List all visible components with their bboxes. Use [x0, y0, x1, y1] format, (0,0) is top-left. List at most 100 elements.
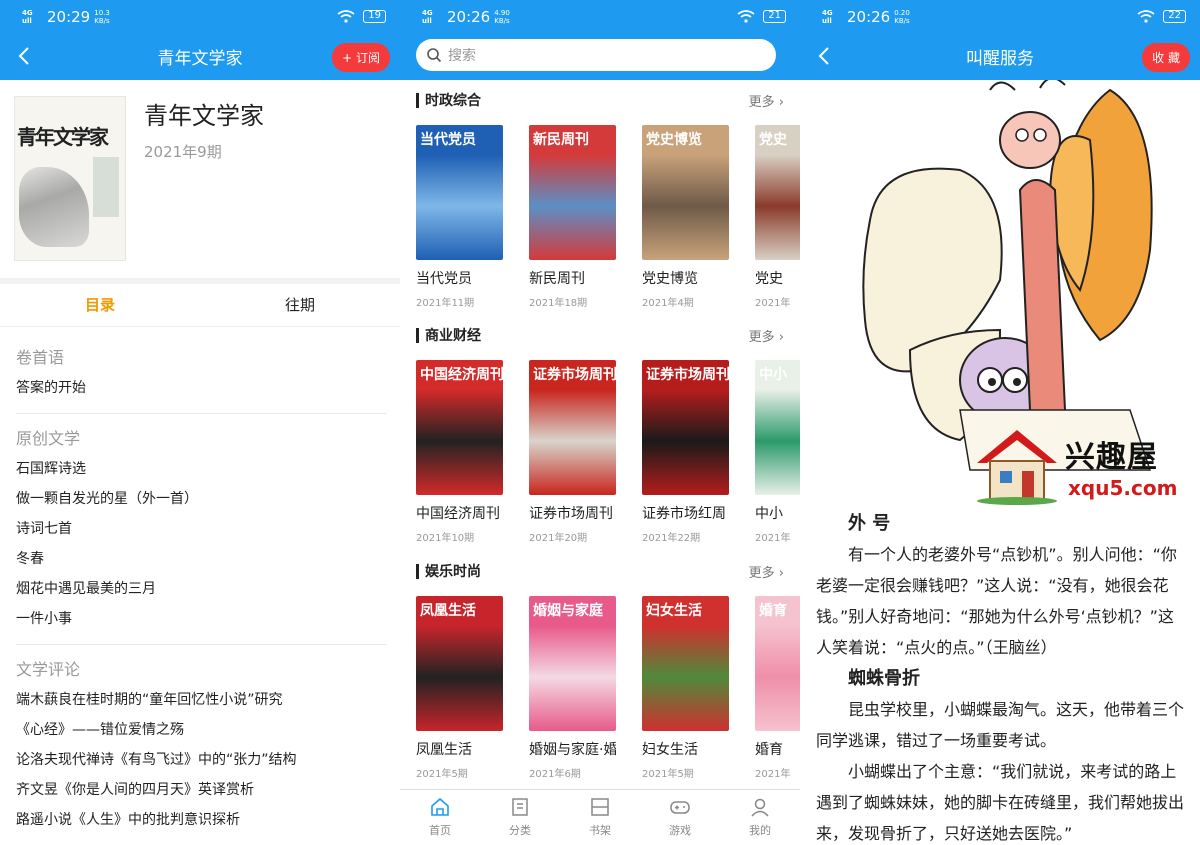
- magazine-title: 青年文学家: [144, 102, 264, 130]
- bottom-tab-bar: 首页 分类 书架 游戏 我的: [400, 789, 800, 845]
- magazine-name: 凤凰生活: [416, 742, 472, 758]
- net-speed: 4.90 KB/s: [494, 8, 510, 25]
- magazine-card[interactable]: 证券市场周刊 证券市场周刊 2021年20期: [529, 360, 616, 544]
- battery-icon: 19: [363, 10, 386, 23]
- toc-section-title: 原创文学: [16, 429, 81, 448]
- tab-mine[interactable]: 我的: [720, 790, 800, 845]
- category-icon: [512, 798, 528, 816]
- magazine-issue: 2021年20期: [529, 533, 588, 544]
- magazine-card[interactable]: 婚姻与家庭 婚姻与家庭·婚 2021年6期: [529, 596, 616, 780]
- magazine-card[interactable]: 当代党员 当代党员 2021年11期: [416, 125, 503, 309]
- magazine-name: 妇女生活: [642, 742, 698, 758]
- section-title: 娱乐时尚: [425, 564, 481, 580]
- tab-home[interactable]: 首页: [400, 790, 480, 845]
- status-time: 20:29: [47, 7, 91, 26]
- toc-item[interactable]: 《心经》——错位爱情之殇: [16, 715, 386, 745]
- tab-games[interactable]: 游戏: [640, 790, 720, 845]
- toc-item[interactable]: 诗词七首: [16, 514, 386, 544]
- tab-bookshelf[interactable]: 书架: [560, 790, 640, 845]
- magazine-section: 商业财经 更多 › 中国经济周刊 中国经济周刊 2021年10期 证券市场周刊 证券市场周刊…: [416, 320, 800, 544]
- page-title: 青年文学家: [157, 49, 243, 69]
- divider: [16, 644, 386, 645]
- cover-masthead: 婚姻与家庭: [533, 603, 603, 619]
- magazine-card[interactable]: 婚育 婚育 2021年: [755, 596, 800, 780]
- section-marker: [416, 92, 419, 108]
- cover-masthead: 证券市场周刊: [646, 367, 729, 383]
- toc-item[interactable]: 答案的开始: [16, 373, 386, 403]
- article-paragraph: 小蝴蝶出了个主意：“我们就说，来考试的路上遇到了蜘蛛妹妹，她的脚卡在砖缝里，我们…: [816, 762, 1185, 843]
- article-screen: 4G ull 20:26 0.20 KB/s 22 叫醒服务 收 藏 兴趣屋 xq…: [800, 0, 1200, 845]
- cover-ink-painting: [19, 167, 89, 247]
- magazine-cover[interactable]: 青年文学家: [14, 96, 126, 261]
- article-heading: 蜘蛛骨折: [848, 668, 920, 689]
- toc-item[interactable]: 冬春: [16, 544, 386, 574]
- wifi-icon: [337, 10, 355, 23]
- toc-item[interactable]: 端木蕻良在桂时期的“童年回忆性小说”研究: [16, 685, 386, 715]
- back-arrow-icon[interactable]: [14, 45, 36, 67]
- magazine-name: 新民周刊: [529, 271, 585, 287]
- chevron-right-icon: ›: [778, 565, 784, 581]
- cover-masthead: 中国经济周刊: [420, 367, 503, 383]
- wifi-icon: [1137, 10, 1155, 23]
- magazine-issue: 2021年10期: [416, 533, 475, 544]
- tab-label: 游戏: [669, 824, 691, 837]
- net-speed: 10.3 KB/s: [94, 8, 110, 25]
- back-arrow-icon[interactable]: [814, 45, 836, 67]
- tab-past-issues[interactable]: 往期: [200, 283, 400, 326]
- book-row: 凤凰生活 凤凰生活 2021年5期 婚姻与家庭 婚姻与家庭·婚 2021年6期 妇女生活 妇女…: [416, 596, 800, 780]
- magazine-cover: 党史: [755, 125, 800, 260]
- more-link[interactable]: 更多 ›: [749, 326, 784, 345]
- magazine-card[interactable]: 中小 中小 2021年: [755, 360, 800, 544]
- magazine-info: 青年文学家 2021年9期: [144, 96, 264, 280]
- magazine-section: 时政综合 更多 › 当代党员 当代党员 2021年11期 新民周刊 新民周刊 2021年18期…: [416, 85, 800, 309]
- magazine-home-screen: 4G ull 20:26 4.90 KB/s 21 搜索 时政综合 更多 › 当代党员…: [400, 0, 800, 845]
- divider: [16, 413, 386, 414]
- more-link[interactable]: 更多 ›: [749, 91, 784, 110]
- tab-contents[interactable]: 目录: [0, 283, 200, 326]
- magazine-name: 证券市场红周: [642, 506, 726, 522]
- magazine-cover: 婚育: [755, 596, 800, 731]
- cover-masthead: 证券市场周刊: [533, 367, 616, 383]
- cover-masthead: 中小: [759, 367, 787, 383]
- cover-calligraphy: 青年文学家: [17, 125, 109, 149]
- magazine-card[interactable]: 新民周刊 新民周刊 2021年18期: [529, 125, 616, 309]
- more-link[interactable]: 更多 ›: [749, 562, 784, 581]
- magazine-issue: 2021年4期: [642, 298, 694, 309]
- tab-category[interactable]: 分类: [480, 790, 560, 845]
- magazine-cover: 妇女生活: [642, 596, 729, 731]
- magazine-card[interactable]: 党史 党史 2021年: [755, 125, 800, 309]
- gamepad-icon: [670, 801, 690, 814]
- cover-masthead: 婚育: [759, 603, 787, 619]
- magazine-card[interactable]: 中国经济周刊 中国经济周刊 2021年10期: [416, 360, 503, 544]
- toc-item[interactable]: 一件小事: [16, 604, 386, 634]
- magazine-section: 娱乐时尚 更多 › 凤凰生活 凤凰生活 2021年5期 婚姻与家庭 婚姻与家庭·婚 2021年…: [416, 556, 800, 780]
- magazine-name: 中小: [755, 506, 783, 522]
- section-title: 时政综合: [425, 93, 481, 109]
- magazine-card[interactable]: 妇女生活 妇女生活 2021年5期: [642, 596, 729, 780]
- toc-item[interactable]: 烟花中遇见最美的三月: [16, 574, 386, 604]
- status-time: 20:26: [447, 7, 491, 26]
- nav-bar: 叫醒服务 收 藏: [800, 33, 1200, 80]
- magazine-name: 婚姻与家庭·婚: [529, 742, 616, 758]
- subscribe-button[interactable]: + 订阅: [332, 43, 390, 72]
- collect-button[interactable]: 收 藏: [1142, 43, 1190, 72]
- cover-masthead: 凤凰生活: [420, 603, 476, 619]
- signal-icon: 4G ull: [22, 8, 33, 25]
- toc-item[interactable]: 路遥小说《人生》中的批判意识探析: [16, 805, 386, 835]
- section-header: 商业财经 更多 ›: [416, 320, 800, 350]
- toc-item[interactable]: 石国辉诗选: [16, 454, 386, 484]
- magazine-card[interactable]: 凤凰生活 凤凰生活 2021年5期: [416, 596, 503, 780]
- search-icon: [427, 48, 442, 63]
- magazine-issue: 2021年: [755, 769, 791, 780]
- toc-item[interactable]: 做一颗自发光的星（外一首）: [16, 484, 386, 514]
- user-icon: [751, 798, 769, 817]
- toc-item[interactable]: 论洛夫现代禅诗《有鸟飞过》中的“张力”结构: [16, 745, 386, 775]
- magazine-issue: 2021年11期: [416, 298, 475, 309]
- status-bar: 4G ull 20:26 4.90 KB/s 21: [400, 0, 800, 33]
- search-input[interactable]: 搜索: [416, 39, 776, 71]
- toc-item[interactable]: 齐文昱《你是人间的四月天》英译赏析: [16, 775, 386, 805]
- magazine-cover: 中小: [755, 360, 800, 495]
- section-header: 时政综合 更多 ›: [416, 85, 800, 115]
- magazine-card[interactable]: 证券市场周刊 证券市场红周 2021年22期: [642, 360, 729, 544]
- magazine-card[interactable]: 党史博览 党史博览 2021年4期: [642, 125, 729, 309]
